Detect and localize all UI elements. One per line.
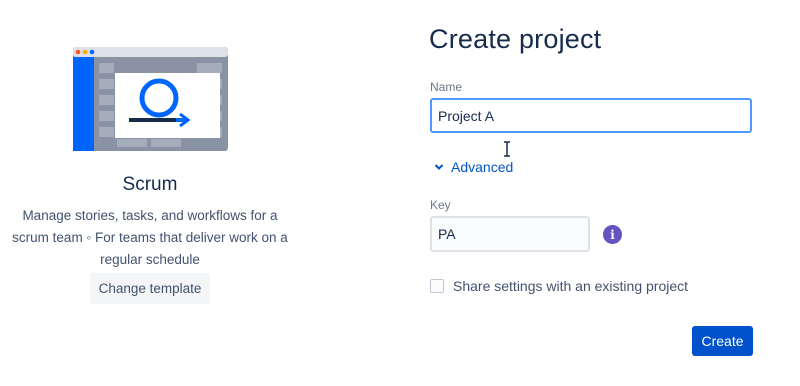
advanced-toggle[interactable]: Advanced (434, 159, 513, 175)
template-name: Scrum (122, 174, 178, 195)
scrum-illustration (73, 47, 228, 151)
template-panel: Scrum Manage stories, tasks, and workflo… (0, 0, 400, 386)
key-label: Key (430, 198, 451, 212)
chevron-down-icon (434, 164, 444, 170)
share-settings-row[interactable]: Share settings with an existing project (430, 278, 688, 294)
info-icon[interactable]: i (603, 225, 622, 244)
name-label: Name (430, 80, 463, 94)
text-cursor-icon (504, 141, 510, 157)
change-template-button[interactable]: Change template (90, 273, 210, 304)
template-description: Manage stories, tasks, and workflows for… (12, 208, 288, 267)
page-title: Create project (429, 24, 602, 54)
create-project-page: Scrum Manage stories, tasks, and workflo… (0, 0, 800, 386)
key-input[interactable] (430, 216, 590, 252)
share-settings-checkbox[interactable] (430, 279, 444, 293)
name-input[interactable] (430, 98, 752, 133)
create-button[interactable]: Create (692, 326, 753, 356)
advanced-label: Advanced (451, 159, 514, 175)
share-settings-label: Share settings with an existing project (453, 278, 689, 294)
